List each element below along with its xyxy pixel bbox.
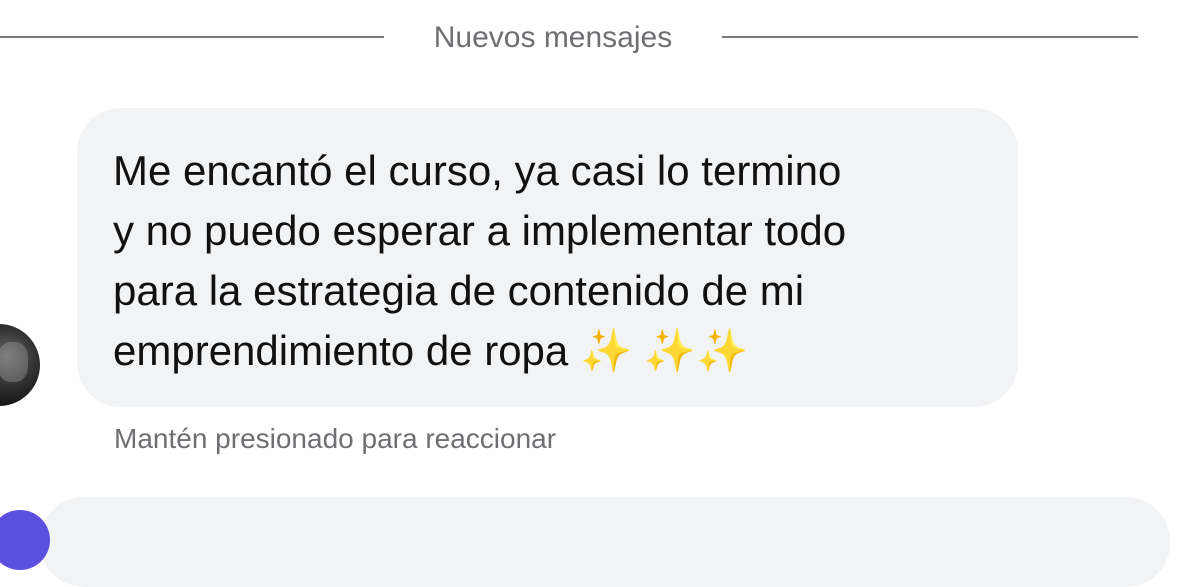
message-text: Me encantó el curso, ya casi lo termino … xyxy=(113,147,847,374)
next-sender-avatar[interactable] xyxy=(0,510,50,570)
divider-line-right xyxy=(722,36,1138,38)
divider-line-left xyxy=(0,36,384,38)
reaction-hint: Mantén presionado para reaccionar xyxy=(114,423,557,454)
next-message-bubble[interactable] xyxy=(40,497,1170,587)
new-messages-divider-label: Nuevos mensajes xyxy=(433,21,673,54)
message-bubble[interactable]: Me encantó el curso, ya casi lo termino … xyxy=(77,108,1018,407)
sender-avatar[interactable] xyxy=(0,324,40,406)
